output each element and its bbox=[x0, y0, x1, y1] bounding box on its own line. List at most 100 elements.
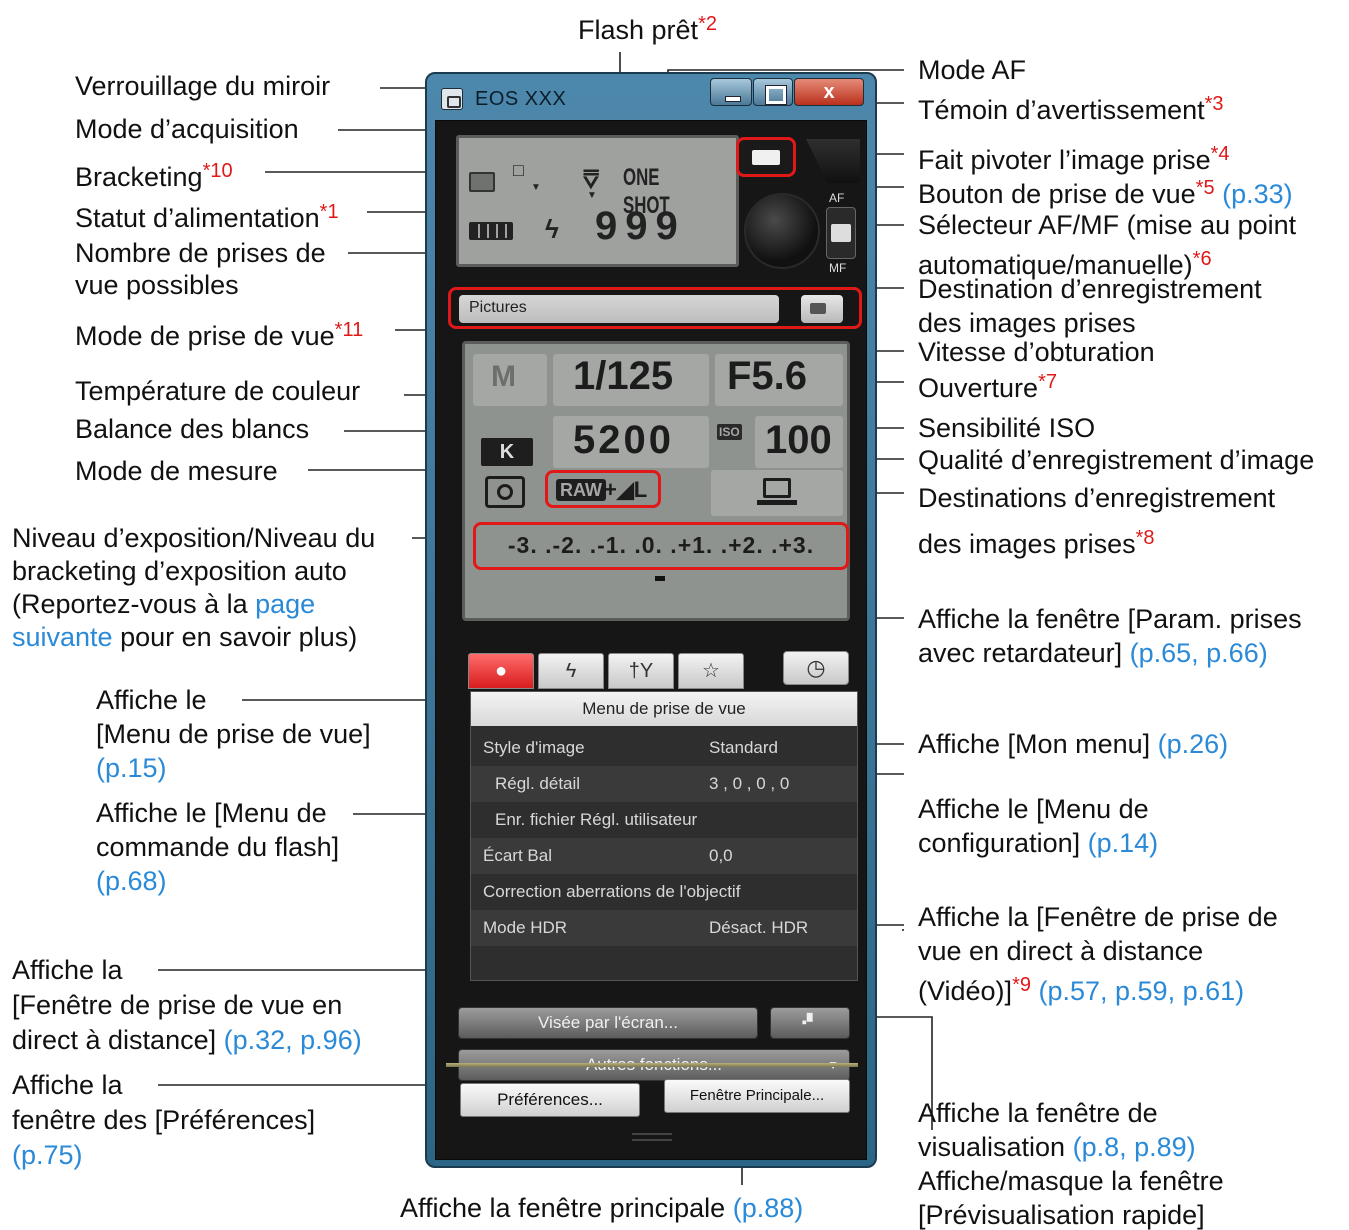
color-temp-value: 5200 bbox=[573, 418, 674, 462]
drive-mode-dropdown-icon[interactable]: ▼ bbox=[531, 182, 541, 193]
label-shots-possible: Nombre de prises de vue possibles bbox=[75, 237, 326, 301]
live-view-button[interactable]: Visée par l'écran... bbox=[458, 1007, 758, 1039]
exposure-level-scale[interactable]: -3. .-2. .-1. .0. .+1. .+2. .+3. bbox=[473, 522, 849, 570]
menu-row[interactable]: Correction aberrations de l'objectif bbox=[471, 874, 857, 910]
label-image-quality: Qualité d’enregistrement d’image bbox=[918, 445, 1315, 475]
label-line: direct à distance] bbox=[12, 1025, 224, 1055]
label-line: bracketing d’exposition auto bbox=[12, 556, 347, 586]
self-timer-button[interactable]: ◷ bbox=[783, 651, 849, 685]
af-mf-switch[interactable] bbox=[826, 207, 856, 259]
label-remote-movie: Affiche la [Fenêtre de prise de vue en d… bbox=[918, 900, 1278, 1008]
label-shooting-menu: Affiche le [Menu de prise de vue] (p.15) bbox=[96, 683, 371, 785]
minimize-button[interactable] bbox=[710, 78, 752, 106]
menu-row[interactable]: Régl. détail 3 , 0 , 0 , 0 bbox=[471, 766, 857, 802]
page-ref-link[interactable]: (p.57, p.59, p.61) bbox=[1031, 976, 1244, 1006]
label-viewer: Affiche la fenêtre de visualisation (p.8… bbox=[918, 1096, 1224, 1230]
label-line: Sélecteur AF/MF (mise au point bbox=[918, 210, 1297, 240]
page-ref-link[interactable]: (p.33) bbox=[1215, 179, 1293, 209]
metering-mode-icon[interactable] bbox=[485, 476, 525, 508]
page-ref-link[interactable]: (p.65, p.66) bbox=[1130, 638, 1268, 668]
label-line: commande du flash] bbox=[96, 832, 340, 862]
tab-shooting-menu[interactable]: ● bbox=[468, 653, 534, 689]
shooting-menu-panel: Menu de prise de vue Style d'image Standa… bbox=[470, 691, 858, 981]
label-line: Affiche la bbox=[12, 955, 123, 985]
main-window-button[interactable]: Fenêtre Principale... bbox=[664, 1079, 850, 1113]
mirror-lockup-dropdown-icon[interactable]: ▼ bbox=[587, 190, 597, 201]
status-lcd: □ ▼ ⩢ ▼ ONE SHOT ϟ 999 bbox=[456, 135, 739, 267]
footnote-star: *1 bbox=[319, 201, 339, 223]
menu-row-key: Enr. fichier Régl. utilisateur bbox=[495, 810, 698, 829]
menu-row[interactable]: Écart Bal 0,0 bbox=[471, 838, 857, 874]
label-rotate: Fait pivoter l’image prise*4 bbox=[918, 138, 1230, 176]
page-ref-link[interactable]: (p.32, p.96) bbox=[224, 1025, 362, 1055]
menu-row-key: Écart Bal bbox=[483, 846, 552, 865]
label-warning: Témoin d’avertissement*3 bbox=[918, 88, 1224, 126]
tab-setup-menu[interactable]: †Y bbox=[608, 653, 674, 689]
label-line: (Reportez-vous à la bbox=[12, 589, 256, 619]
label-text: Affiche la fenêtre principale bbox=[400, 1193, 733, 1223]
label-iso: Sensibilité ISO bbox=[918, 413, 1096, 443]
label-line: visualisation bbox=[918, 1132, 1073, 1162]
window-title: EOS XXX bbox=[475, 88, 567, 110]
tab-flash-menu[interactable]: ϟ bbox=[538, 653, 604, 689]
title-bar[interactable]: EOS XXX x bbox=[427, 74, 875, 120]
menu-row[interactable]: Style d'image Standard bbox=[471, 730, 857, 766]
page-ref-link[interactable]: (p.14) bbox=[1088, 828, 1159, 858]
label-line: des images prises bbox=[918, 308, 1136, 338]
rotate-image-button[interactable] bbox=[806, 139, 860, 183]
menu-row-key: Régl. détail bbox=[495, 774, 581, 793]
preferences-button[interactable]: Préférences... bbox=[460, 1083, 640, 1117]
image-quality-group[interactable]: RAW +◢L bbox=[545, 470, 661, 508]
label-flash-ready: Flash prêt*2 bbox=[578, 8, 717, 46]
folder-select-button[interactable] bbox=[801, 295, 843, 323]
footnote-star: *3 bbox=[1204, 93, 1224, 115]
label-metering-mode: Mode de mesure bbox=[75, 456, 278, 486]
page-ref-link[interactable]: (p.26) bbox=[1158, 729, 1229, 759]
label-line: Nombre de prises de bbox=[75, 238, 326, 268]
label-line: (Vidéo)] bbox=[918, 976, 1013, 1006]
menu-row-key: Correction aberrations de l'objectif bbox=[483, 882, 741, 901]
page-ref-link[interactable]: (p.8, p.89) bbox=[1073, 1132, 1196, 1162]
label-text: Statut d’alimentation bbox=[75, 203, 320, 233]
destination-folder-field[interactable]: Pictures bbox=[459, 295, 779, 323]
page-ref-link[interactable]: (p.15) bbox=[96, 751, 371, 785]
next-page-link[interactable]: suivante bbox=[12, 622, 113, 652]
menu-row[interactable]: Mode HDR Désact. HDR bbox=[471, 910, 857, 946]
tab-my-menu[interactable]: ☆ bbox=[678, 653, 744, 689]
label-line: [Prévisualisation rapide] bbox=[918, 1200, 1205, 1230]
label-text: Affiche [Mon menu] bbox=[918, 729, 1158, 759]
page-ref-link[interactable]: (p.75) bbox=[12, 1138, 315, 1173]
label-line: fenêtre des [Préférences] bbox=[12, 1105, 316, 1135]
label-line: des images prises bbox=[918, 529, 1136, 559]
divider bbox=[446, 1063, 858, 1067]
label-line: Affiche la [Fenêtre de prise de bbox=[918, 902, 1278, 932]
warning-indicator-icon bbox=[736, 137, 796, 177]
label-color-temperature: Température de couleur bbox=[75, 376, 361, 406]
label-line: Niveau d’exposition/Niveau du bbox=[12, 523, 376, 553]
label-text: Fait pivoter l’image prise bbox=[918, 145, 1211, 175]
resize-grip-icon[interactable] bbox=[632, 1133, 672, 1141]
shutter-speed-value: 1/125 bbox=[573, 354, 674, 398]
label-text: Bracketing bbox=[75, 162, 203, 192]
close-button[interactable]: x bbox=[794, 78, 864, 106]
shutter-button[interactable] bbox=[744, 193, 820, 269]
camera-app-icon bbox=[441, 88, 463, 110]
page-ref-link[interactable]: (p.88) bbox=[733, 1193, 804, 1223]
aperture-value: F5.6 bbox=[727, 354, 808, 398]
maximize-button[interactable] bbox=[753, 78, 793, 106]
footnote-star: *6 bbox=[1192, 248, 1212, 270]
iso-value: 100 bbox=[765, 418, 832, 462]
footnote-star: *9 bbox=[1012, 974, 1031, 996]
label-text: Flash prêt bbox=[578, 15, 699, 45]
label-white-balance: Balance des blancs bbox=[75, 414, 310, 444]
label-text: Ouverture bbox=[918, 373, 1039, 403]
label-mirror-lockup: Verrouillage du miroir bbox=[75, 71, 331, 101]
next-page-link[interactable]: page bbox=[255, 589, 315, 619]
movie-live-view-button[interactable]: ▪▘ bbox=[770, 1007, 850, 1039]
label-line: Affiche le [Menu de bbox=[96, 798, 327, 828]
footnote-star: *11 bbox=[334, 319, 364, 341]
white-balance-icon[interactable]: K bbox=[481, 438, 533, 466]
menu-row[interactable]: Enr. fichier Régl. utilisateur bbox=[471, 802, 857, 838]
page-ref-link[interactable]: (p.68) bbox=[96, 864, 339, 898]
label-main-window: Affiche la fenêtre principale (p.88) bbox=[400, 1192, 803, 1224]
